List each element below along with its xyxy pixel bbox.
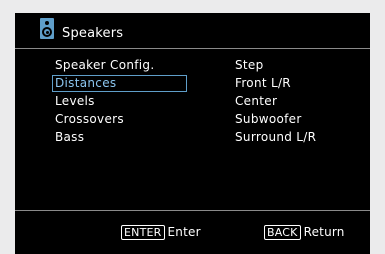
- setup-menu-screen: Speakers Speaker Config. Distances Level…: [15, 13, 370, 254]
- back-key-badge: BACK: [264, 225, 301, 240]
- page-title: Speakers: [62, 26, 124, 41]
- enter-hint-label: Enter: [167, 225, 201, 239]
- menu-item-speaker-config[interactable]: Speaker Config.: [52, 57, 187, 74]
- back-hint-label: Return: [303, 225, 345, 239]
- enter-key-badge: ENTER: [121, 225, 165, 240]
- preview-item-step: Step: [235, 58, 264, 72]
- menu-item-distances[interactable]: Distances: [52, 75, 187, 92]
- menu-item-crossovers[interactable]: Crossovers: [52, 111, 187, 128]
- preview-item-front: Front L/R: [235, 76, 291, 90]
- preview-item-surround: Surround L/R: [235, 130, 317, 144]
- menu-item-levels[interactable]: Levels: [52, 93, 187, 110]
- menu-item-bass[interactable]: Bass: [52, 129, 187, 146]
- footer-divider: [15, 210, 370, 211]
- preview-item-center: Center: [235, 94, 278, 108]
- preview-item-subwoofer: Subwoofer: [235, 112, 302, 126]
- back-hint[interactable]: BACK Return: [264, 223, 345, 241]
- speaker-icon: [40, 18, 54, 39]
- menu-header: Speakers: [15, 13, 370, 48]
- header-divider: [15, 48, 370, 49]
- enter-hint[interactable]: ENTER Enter: [121, 223, 201, 241]
